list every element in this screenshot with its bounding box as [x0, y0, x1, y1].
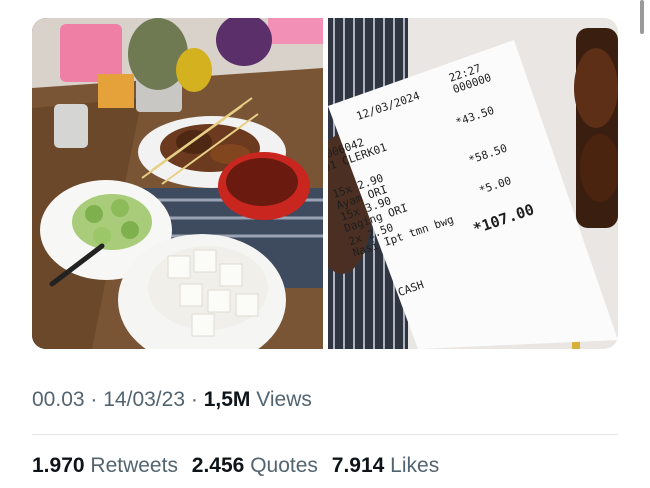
meta-separator: · — [190, 388, 198, 411]
retweets-label: Retweets — [90, 454, 178, 477]
retweets-count: 1.970 — [32, 454, 85, 477]
likes-label: Likes — [390, 454, 440, 477]
receipt-photo[interactable]: 12/03/2024 22:27 000000 #006042 01 CLERK… — [328, 18, 618, 349]
quotes-stat[interactable]: 2.456 Quotes — [192, 454, 324, 477]
likes-count: 7.914 — [331, 454, 385, 477]
meta-separator: · — [90, 388, 98, 411]
tweet-stats: 1.970 Retweets 2.456 Quotes 7.914 Likes — [32, 454, 447, 478]
tweet-media: 12/03/2024 22:27 000000 #006042 01 CLERK… — [32, 18, 618, 349]
views-label: Views — [256, 388, 312, 411]
scrollbar[interactable] — [640, 0, 644, 34]
likes-stat[interactable]: 7.914 Likes — [332, 454, 439, 477]
receipt-photo-image: 12/03/2024 22:27 000000 #006042 01 CLERK… — [328, 18, 618, 349]
tweet-time[interactable]: 00.03 — [32, 388, 85, 411]
quotes-count: 2.456 — [191, 454, 245, 477]
views-count: 1,5M — [203, 388, 251, 411]
tweet-meta: 00.03 · 14/03/23 · 1,5M Views — [32, 388, 312, 412]
quotes-label: Quotes — [250, 454, 318, 477]
tweet-date[interactable]: 14/03/23 — [103, 388, 185, 411]
retweets-stat[interactable]: 1.970 Retweets — [32, 454, 184, 477]
food-photo-image — [32, 18, 323, 349]
divider — [32, 434, 618, 435]
food-photo[interactable] — [32, 18, 323, 349]
